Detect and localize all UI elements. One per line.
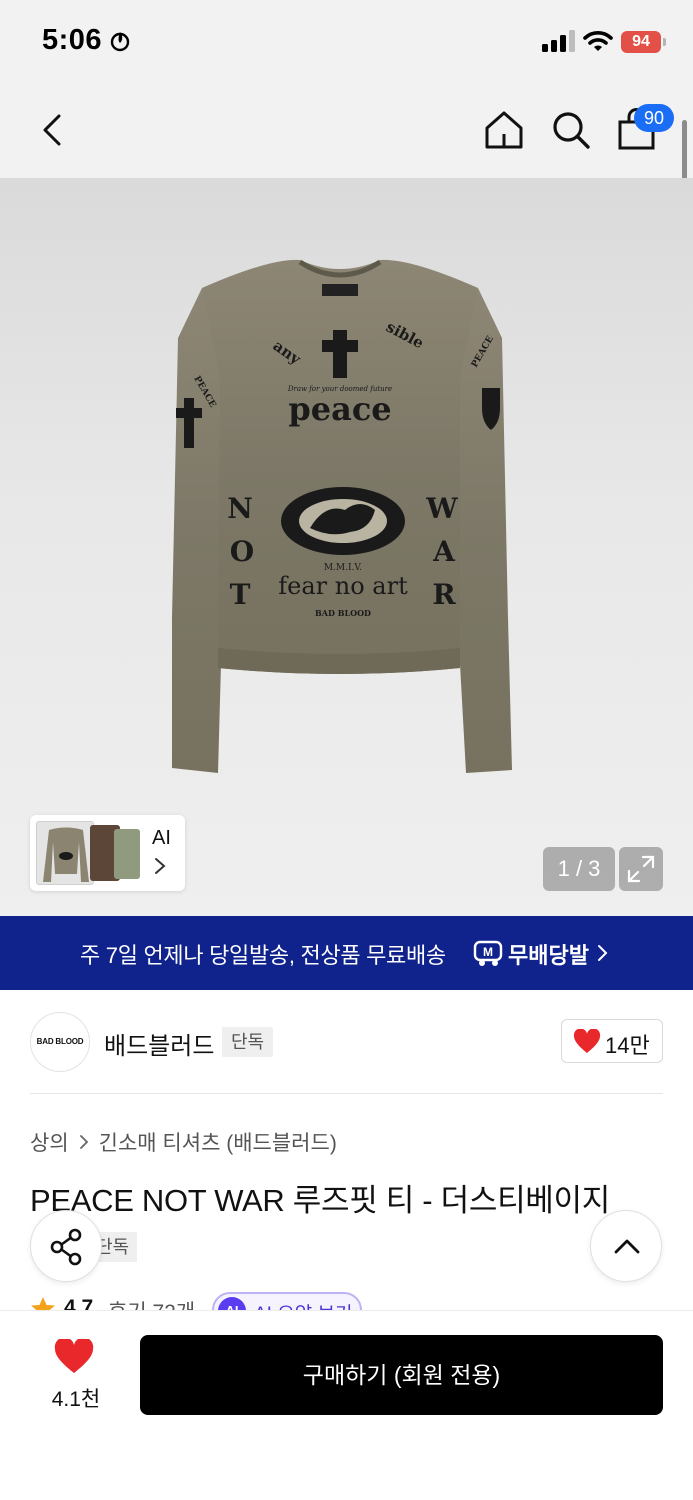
- shirt-letter-w: W: [425, 492, 458, 525]
- free-shipping-banner[interactable]: 주 7일 언제나 당일발송, 전상품 무료배송 M 무배당발: [0, 916, 693, 990]
- image-thumbnail-strip[interactable]: AI: [30, 815, 185, 891]
- status-time: 5:06: [42, 24, 103, 56]
- product-image[interactable]: any sible Draw for your doomed future pe…: [160, 248, 520, 808]
- battery-indicator: 94: [621, 31, 661, 53]
- shirt-letter-t: T: [230, 578, 251, 611]
- fullscreen-button[interactable]: [619, 847, 663, 891]
- battery-level: 94: [632, 33, 650, 50]
- back-arrow-icon[interactable]: [34, 108, 74, 152]
- expand-icon: [627, 855, 655, 883]
- home-icon[interactable]: [482, 108, 526, 152]
- share-icon: [50, 1228, 82, 1266]
- buy-button[interactable]: 구매하기 (회원 전용): [140, 1335, 663, 1415]
- shirt-letter-a: A: [432, 535, 456, 568]
- ai-summary-label: AI 요약 보기: [254, 1299, 352, 1310]
- exclusive-badge: 단독: [222, 1027, 274, 1057]
- chevron-up-icon: [614, 1239, 640, 1254]
- rating-row[interactable]: 4.7 후기 72개 AI AI 요약 보기: [30, 1292, 430, 1310]
- wifi-icon: [583, 31, 613, 51]
- shirt-letter-r: R: [432, 578, 456, 611]
- breadcrumb-subcategory[interactable]: 긴소매 티셔츠 (배드블러드): [99, 1127, 337, 1157]
- bottom-action-bar: 4.1천 구매하기 (회원 전용): [0, 1310, 693, 1500]
- divider: [30, 1093, 663, 1094]
- svg-text:M: M: [483, 945, 493, 959]
- favorite-count: 4.1천: [51, 1388, 101, 1411]
- delivery-truck-icon: M: [473, 940, 503, 966]
- ai-icon: AI: [218, 1297, 246, 1310]
- scroll-to-top-button[interactable]: [590, 1210, 662, 1282]
- brand-like-count: 14만: [605, 1033, 650, 1058]
- heart-icon[interactable]: [54, 1339, 94, 1375]
- shirt-fear-no-art: fear no art: [278, 572, 408, 600]
- rating-value: 4.7: [64, 1296, 94, 1310]
- status-bar: 5:06 94: [0, 0, 693, 84]
- shirt-letter-o: O: [230, 535, 254, 568]
- scrollbar[interactable]: [682, 120, 687, 186]
- breadcrumb: 상의 긴소매 티셔츠 (배드블러드): [30, 1127, 337, 1157]
- star-icon: [31, 1297, 55, 1310]
- shirt-peace: peace: [288, 390, 391, 428]
- heart-icon: [573, 1029, 601, 1053]
- brand-logo[interactable]: BAD BLOOD: [30, 1012, 90, 1072]
- brand-name[interactable]: 배드블러드: [104, 1026, 214, 1061]
- chevron-right-icon: [79, 1135, 88, 1149]
- share-button[interactable]: [30, 1210, 102, 1282]
- thumbnail-3[interactable]: [114, 829, 140, 879]
- ai-summary-button[interactable]: AI AI 요약 보기: [212, 1292, 362, 1310]
- ai-thumbnail-label[interactable]: AI: [152, 827, 171, 850]
- thumbnail-1-image: [43, 827, 89, 882]
- product-image-gallery[interactable]: any sible Draw for your doomed future pe…: [0, 178, 693, 916]
- review-count[interactable]: 후기 72개: [108, 1296, 195, 1310]
- banner-brand: 무배당발: [508, 943, 589, 968]
- brand-like-button[interactable]: 14만: [561, 1019, 663, 1063]
- breadcrumb-category[interactable]: 상의: [30, 1127, 69, 1157]
- battery-cap: [663, 38, 666, 46]
- image-pager: 1 / 3: [543, 847, 615, 891]
- shirt-brand: BAD BLOOD: [315, 608, 371, 618]
- chevron-right-icon[interactable]: [154, 857, 166, 875]
- chevron-right-icon: [598, 945, 608, 961]
- shirt-letter-n: N: [227, 492, 253, 525]
- product-title: PEACE NOT WAR 루즈핏 티 - 더스티베이지: [30, 1183, 610, 1218]
- focus-mode-icon: [110, 32, 130, 52]
- thumbnail-1[interactable]: [36, 821, 94, 885]
- cart-count-badge[interactable]: 90: [634, 104, 674, 132]
- banner-text: 주 7일 언제나 당일발송, 전상품 무료배송: [80, 943, 446, 968]
- search-icon[interactable]: [549, 108, 593, 152]
- top-nav: [0, 84, 693, 178]
- cellular-signal-icon: [542, 30, 575, 52]
